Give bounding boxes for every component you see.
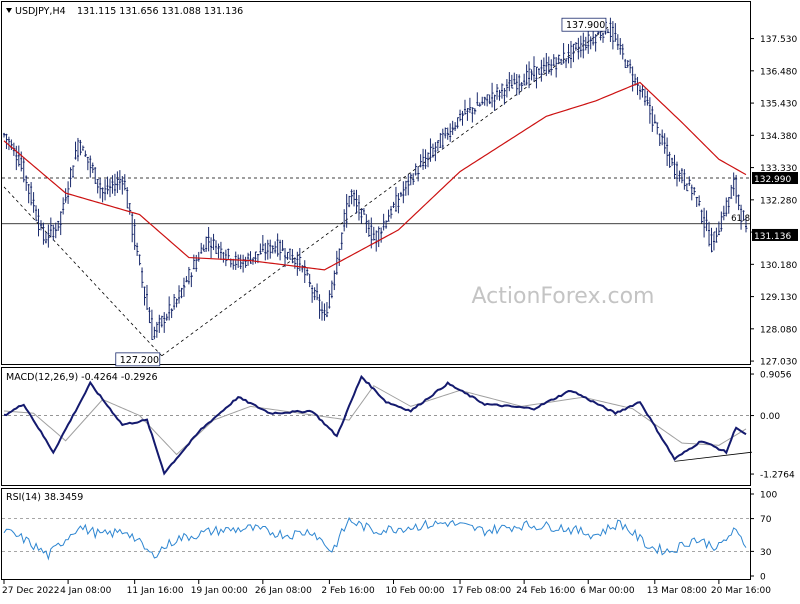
macd-title: MACD(12,26,9) -0.4264 -0.2926 [6, 372, 158, 383]
macd-axis-label: 0.9056 [760, 371, 792, 381]
price-axis-label: 127.030 [760, 358, 797, 368]
time-axis-label: 4 Jan 08:00 [60, 586, 112, 596]
macd-line [3, 374, 747, 476]
time-axis-label: 10 Feb 00:00 [385, 586, 444, 596]
time-axis-label: 20 Mar 16:00 [711, 586, 771, 596]
price-axis-label: 135.430 [760, 100, 797, 110]
price-axis-label: 130.180 [760, 261, 797, 271]
macd-axis-label: -1.2764 [760, 471, 795, 481]
indicator-lines [3, 81, 747, 561]
time-axis-label: 6 Mar 00:00 [580, 586, 635, 596]
macd-signal-line [3, 385, 747, 456]
rsi-axis-label: 70 [760, 515, 772, 525]
symbol-label: USDJPY,H4 [15, 6, 66, 17]
watermark-text: ActionForex.com [472, 284, 655, 309]
price-axis-label: 136.480 [760, 67, 797, 77]
time-axis-label: 2 Feb 16:00 [321, 586, 375, 596]
price-axis-label: 137.530 [760, 35, 797, 45]
price-axis-label: 132.280 [760, 196, 797, 206]
time-axis-label: 17 Feb 08:00 [452, 586, 511, 596]
price-axis-label: 128.080 [760, 325, 797, 335]
rsi-axis-label: 0 [760, 573, 766, 583]
chart-svg: ActionForex.com USDJPY,H4 131.115 131.65… [1, 1, 798, 596]
rsi-axis-label: 100 [760, 491, 777, 501]
ohlc-values: 131.115 131.656 131.088 131.136 [77, 6, 243, 17]
trend-dashed-line [3, 186, 163, 357]
level-price-label: 132.990 [754, 175, 791, 185]
chart-window: ActionForex.com USDJPY,H4 131.115 131.65… [0, 0, 800, 600]
price-panel-frame [1, 1, 751, 365]
time-axis-label: 26 Jan 08:00 [255, 586, 312, 596]
time-axis-label: 24 Feb 16:00 [516, 586, 575, 596]
price-callout-label: 127.200 [120, 355, 159, 366]
rsi-line [3, 516, 747, 561]
macd-axis-label: 0.00 [760, 412, 780, 422]
rsi-title: RSI(14) 38.3459 [6, 492, 83, 503]
time-axis-label: 11 Jan 16:00 [127, 586, 184, 596]
macd-divergence-line [674, 451, 753, 462]
rsi-axis-label: 30 [760, 548, 772, 558]
macd-panel-frame [1, 367, 751, 486]
current-price-label: 131.136 [754, 232, 791, 242]
price-axis-label: 134.380 [760, 132, 797, 142]
time-axis-label: 13 Mar 08:00 [647, 586, 707, 596]
fib-ratio-label: 61.8 [731, 214, 750, 224]
time-axis-label: 19 Jan 00:00 [191, 586, 248, 596]
collapse-triangle-icon[interactable] [6, 8, 12, 13]
price-callout-label: 137.900 [566, 20, 605, 31]
time-axis-label: 27 Dec 2022 [2, 586, 60, 596]
price-axis-label: 129.130 [760, 293, 797, 303]
price-axis-label: 133.330 [760, 164, 797, 174]
